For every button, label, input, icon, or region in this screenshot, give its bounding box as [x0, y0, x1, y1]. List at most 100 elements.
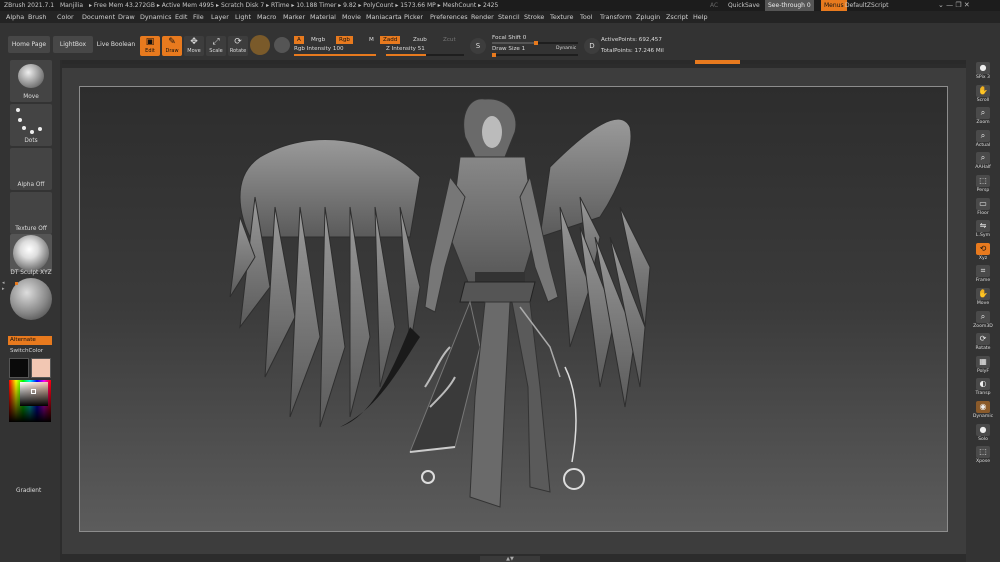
focal-shift-slider[interactable] [492, 41, 578, 45]
right-transp-button[interactable]: ◐ Transp [969, 378, 997, 398]
menu-zscript[interactable]: Zscript [666, 11, 688, 23]
scale-label: Scale [209, 48, 223, 54]
scale-icon: ⤢ [212, 37, 220, 47]
right-dynamic-button[interactable]: ◉ Dynamic [969, 401, 997, 421]
right-tray: ● SPix 3 ✋ Scroll ⌕ Zoom ⌕ Actual ⌕ AAHalf ⬚ Persp ▭… [966, 60, 1000, 562]
material-sphere-icon[interactable] [250, 35, 270, 55]
xyz-icon: ⟲ [976, 242, 990, 255]
actual-label: Actual [975, 142, 991, 148]
move-tool-button[interactable]: ✥ Move [184, 36, 204, 56]
progress-bar [62, 60, 966, 64]
ac-label: AC [710, 2, 719, 9]
menu-picker[interactable]: Picker [404, 11, 423, 23]
angel-sculpt-model [229, 98, 651, 508]
menu-transform[interactable]: Transform [600, 11, 632, 23]
menu-file[interactable]: File [193, 11, 204, 23]
menus-toggle[interactable]: Menus [821, 0, 847, 11]
right-rotate-button[interactable]: ⟳ Rotate [969, 333, 997, 353]
right-spix-3-button[interactable]: ● SPix 3 [969, 62, 997, 82]
material-selector[interactable] [10, 234, 52, 272]
zoom3d-icon: ⌕ [976, 310, 990, 323]
menu-color[interactable]: Color [57, 11, 74, 23]
rotate-tool-button[interactable]: ⟳ Rotate [228, 36, 248, 56]
right-aahalf-button[interactable]: ⌕ AAHalf [969, 152, 997, 172]
right-xpose-button[interactable]: ⬚ Xpose [969, 446, 997, 466]
quicksave-button[interactable]: QuickSave [728, 0, 760, 11]
right-scroll-button[interactable]: ✋ Scroll [969, 84, 997, 105]
transp-label: Transp [975, 391, 991, 397]
zcut-toggle[interactable]: Zcut [440, 36, 459, 44]
menu-tool[interactable]: Tool [580, 11, 592, 23]
bottom-tray-handle[interactable]: ▲▼ [480, 556, 540, 562]
main-color-swatch[interactable] [9, 358, 29, 378]
right-frame-button[interactable]: ⌗ Frame [969, 265, 997, 285]
color-picker[interactable] [9, 380, 51, 422]
see-through-slider[interactable]: See-through 0 [765, 0, 814, 11]
right-zoom-button[interactable]: ⌕ Zoom [969, 107, 997, 127]
switch-color-button[interactable]: SwitchColor [8, 347, 52, 355]
s-icon[interactable]: S [470, 38, 486, 54]
right-xyz-button[interactable]: ⟲ Xyz [969, 242, 997, 263]
scroll-label: Scroll [976, 97, 990, 103]
right-zoom3d-button[interactable]: ⌕ Zoom3D [969, 310, 997, 331]
mrgb-toggle[interactable]: Mrgb [308, 36, 328, 44]
right-l-sym-button[interactable]: ⇋ L.Sym [969, 220, 997, 240]
right-solo-button[interactable]: ● Solo [969, 423, 997, 444]
menu-draw[interactable]: Draw [118, 11, 135, 23]
right-move-button[interactable]: ✋ Move [969, 288, 997, 308]
home-page-button[interactable]: Home Page [8, 36, 50, 53]
left-collapse-icon[interactable]: ◂ ▸ [2, 280, 5, 292]
menu-layer[interactable]: Layer [211, 11, 229, 23]
m-toggle[interactable]: M [366, 36, 377, 44]
menu-movie[interactable]: Movie [342, 11, 361, 23]
live-boolean-button[interactable]: Live Boolean [96, 36, 136, 53]
menu-document[interactable]: Document [82, 11, 115, 23]
zadd-toggle[interactable]: Zadd [380, 36, 401, 44]
menu-texture[interactable]: Texture [550, 11, 573, 23]
menu-preferences[interactable]: Preferences [430, 11, 468, 23]
stroke-label: Dots [24, 138, 38, 144]
menu-render[interactable]: Render [471, 11, 494, 23]
draw-tool-button[interactable]: ✎ Draw [162, 36, 182, 56]
color-marker [15, 282, 18, 285]
menu-light[interactable]: Light [235, 11, 251, 23]
right-polyf-button[interactable]: ▦ PolyF [969, 355, 997, 376]
right-persp-button[interactable]: ⬚ Persp [969, 175, 997, 195]
menu-brush[interactable]: Brush [28, 11, 46, 23]
menu-maniacarta[interactable]: Maniacarta [366, 11, 402, 23]
alternate-toggle[interactable]: Alternate [8, 336, 52, 345]
menu-stroke[interactable]: Stroke [524, 11, 544, 23]
secondary-color-swatch[interactable] [31, 358, 51, 378]
draw-size-slider[interactable] [492, 53, 578, 57]
rgb-intensity-slider[interactable] [294, 54, 376, 56]
menu-material[interactable]: Material [310, 11, 336, 23]
scale-tool-button[interactable]: ⤢ Scale [206, 36, 226, 56]
menu-marker[interactable]: Marker [283, 11, 305, 23]
color-sphere-icon[interactable] [274, 37, 290, 53]
zsub-toggle[interactable]: Zsub [410, 36, 430, 44]
menu-zplugin[interactable]: Zplugin [636, 11, 660, 23]
persp-icon: ⬚ [976, 175, 990, 187]
lightbox-button[interactable]: LightBox [53, 36, 93, 53]
right-actual-button[interactable]: ⌕ Actual [969, 129, 997, 150]
menu-edit[interactable]: Edit [175, 11, 187, 23]
right-floor-button[interactable]: ▭ Floor [969, 197, 997, 218]
persp-label: Persp [976, 188, 990, 193]
alpha-label: Alpha Off [17, 182, 45, 188]
window-controls[interactable]: ⌄ — ❐ ✕ [938, 0, 970, 11]
menu-alpha[interactable]: Alpha [6, 11, 24, 23]
move-label: Move [976, 301, 990, 306]
menu-stencil[interactable]: Stencil [498, 11, 520, 23]
z-intensity-label: Z Intensity 51 [386, 46, 425, 52]
document-canvas[interactable] [79, 86, 948, 532]
menu-dynamics[interactable]: Dynamics [140, 11, 172, 23]
menu-macro[interactable]: Macro [257, 11, 276, 23]
rgb-toggle[interactable]: Rgb [336, 36, 353, 44]
edit-tool-button[interactable]: ▣ Edit [140, 36, 160, 56]
default-zscript-button[interactable]: DefaultZScript [845, 0, 888, 11]
a-toggle[interactable]: A [294, 36, 304, 44]
menu-help[interactable]: Help [693, 11, 708, 23]
d-icon[interactable]: D [584, 38, 600, 54]
dynamic-toggle[interactable]: Dynamic [556, 45, 576, 53]
z-intensity-slider[interactable] [386, 54, 464, 56]
